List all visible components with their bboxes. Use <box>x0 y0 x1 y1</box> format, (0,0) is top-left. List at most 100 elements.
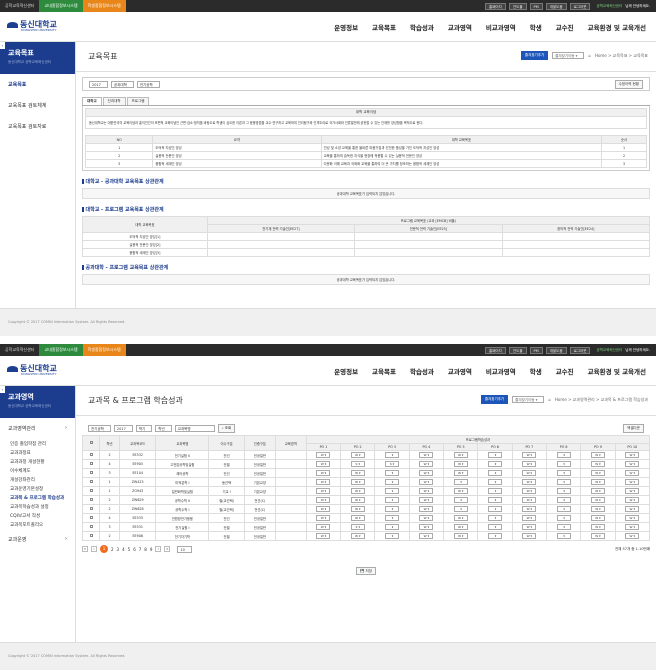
row-checkbox[interactable] <box>82 513 100 523</box>
topbar-tab-student[interactable]: 학생종합정보시스템 <box>82 0 126 12</box>
homepage-select[interactable]: 홈페이지 <box>484 2 506 10</box>
add-favorite-button[interactable]: 즐겨찾기추가 <box>520 51 549 60</box>
po-level-select[interactable]: W ▾ <box>625 497 640 503</box>
po-level-select[interactable]: W ▾ <box>419 497 434 503</box>
po-level-select[interactable]: W ▾ <box>522 497 537 503</box>
college-select[interactable]: 공과대학 <box>110 80 134 88</box>
po-level-select[interactable]: W ▾ <box>453 524 468 530</box>
po-level-select[interactable]: W ▾ <box>522 452 537 458</box>
row-checkbox[interactable] <box>82 468 100 478</box>
po-level-select[interactable]: ▾ <box>556 461 571 467</box>
po-level-select[interactable]: ▾ <box>488 452 502 458</box>
tab-university[interactable]: 대학교 <box>82 97 102 105</box>
term-select[interactable]: 학기 <box>135 424 153 432</box>
po-level-select[interactable]: W ▾ <box>316 497 331 503</box>
po-level-select[interactable]: ▾ <box>385 479 400 485</box>
po-level-select[interactable]: W ▾ <box>419 533 434 539</box>
po-level-select[interactable]: W ▾ <box>590 470 605 476</box>
page-number[interactable]: 3 <box>117 547 120 552</box>
po-level-select[interactable]: W ▾ <box>625 515 640 521</box>
po-level-select[interactable]: ▾ <box>488 524 502 530</box>
pm-select[interactable]: PM <box>529 2 543 10</box>
page-number[interactable]: 6 <box>133 547 136 552</box>
topbar-link-innovation[interactable]: 공학교육혁신센터 <box>0 0 39 12</box>
dept-select[interactable]: 전기공학 <box>88 424 111 432</box>
page-number[interactable]: 2 <box>111 547 114 552</box>
row-checkbox[interactable] <box>82 504 100 514</box>
po-level-select[interactable]: ▾ <box>385 488 400 494</box>
po-level-select[interactable]: W ▾ <box>316 506 331 512</box>
collapse-icon[interactable]: ‹ <box>0 42 5 49</box>
topbar-tab-campus[interactable]: 교내종합정보시스템 <box>39 344 83 356</box>
page-size-select[interactable]: 10 <box>177 545 192 553</box>
po-level-select[interactable]: W ▾ <box>350 515 365 521</box>
tab-college[interactable]: 단과대학 <box>102 97 126 105</box>
gnb-item[interactable]: 운영정보 <box>334 366 358 376</box>
po-level-select[interactable]: ▾ <box>385 470 400 476</box>
lnb-sub-item[interactable]: 교과운영기본설정 <box>0 484 75 493</box>
po-level-select[interactable]: ▾ <box>556 488 571 494</box>
po-level-select[interactable]: W ▾ <box>350 479 365 485</box>
po-level-select[interactable]: W ▾ <box>590 515 605 521</box>
po-level-select[interactable]: ▾ <box>556 470 571 476</box>
po-level-select[interactable]: W ▾ <box>625 533 640 539</box>
po-level-select[interactable]: W ▾ <box>316 461 331 467</box>
page-number[interactable]: 9 <box>150 547 153 552</box>
row-checkbox[interactable] <box>82 486 100 496</box>
po-level-select[interactable]: W ▾ <box>453 533 468 539</box>
po-level-select[interactable]: W ▾ <box>350 470 365 476</box>
po-level-select[interactable]: W ▾ <box>453 515 468 521</box>
po-level-select[interactable]: W ▾ <box>590 488 605 494</box>
topbar-tab-student[interactable]: 학생종합정보시스템 <box>82 344 126 356</box>
po-level-select[interactable]: W ▾ <box>590 452 605 458</box>
row-checkbox[interactable] <box>82 477 100 487</box>
po-level-select[interactable]: ▾ <box>488 497 502 503</box>
user-org-link[interactable]: 공학교육혁신센터 <box>596 348 622 353</box>
po-level-select[interactable]: ▾ <box>556 506 571 512</box>
po-level-select[interactable]: W ▾ <box>625 524 640 530</box>
po-level-select[interactable]: ▾ <box>453 506 468 512</box>
po-level-select[interactable]: W ▾ <box>419 461 434 467</box>
po-level-select[interactable]: ▾ <box>556 452 571 458</box>
po-level-select[interactable]: ▾ <box>556 479 571 485</box>
gnb-item[interactable]: 교수진 <box>556 366 574 376</box>
po-level-select[interactable]: W ▾ <box>522 506 537 512</box>
po-level-select[interactable]: ▾ <box>453 479 468 485</box>
logout-button[interactable]: 로그아웃 <box>569 346 591 354</box>
po-level-select[interactable]: ▾ <box>556 524 571 530</box>
po-level-select[interactable]: W ▾ <box>350 533 365 539</box>
po-level-select[interactable]: W ▾ <box>625 452 640 458</box>
po-level-select[interactable]: W ▾ <box>316 452 331 458</box>
gnb-item[interactable]: 교육환경 및 교육개선 <box>588 366 646 376</box>
po-level-select[interactable]: W ▾ <box>453 488 468 494</box>
po-level-select[interactable]: ▾ <box>385 515 400 521</box>
next-page-button[interactable]: › <box>155 546 162 552</box>
po-level-select[interactable]: ▾ <box>385 506 400 512</box>
lnb-sub-item-active[interactable]: 교과목 & 프로그램 학습성과 <box>0 493 75 502</box>
gnb-item[interactable]: 교육목표 <box>372 366 396 376</box>
po-level-select[interactable]: ▾ <box>488 470 502 476</box>
po-level-select[interactable]: W ▾ <box>522 515 537 521</box>
favorite-select[interactable]: 즐겨찾기이동 ▾ <box>512 396 545 403</box>
po-level-select[interactable]: ▾ <box>488 461 502 467</box>
select-all-checkbox[interactable] <box>82 435 100 451</box>
po-level-select[interactable]: W ▾ <box>419 524 434 530</box>
po-level-select[interactable]: W ▾ <box>350 506 365 512</box>
po-level-select[interactable]: W ▾ <box>590 461 605 467</box>
year-select[interactable]: 2017 <box>113 424 133 432</box>
progress-select[interactable]: 진도율 <box>508 2 527 10</box>
collapse-icon[interactable]: ‹ <box>0 386 5 393</box>
page-number[interactable]: 1 <box>100 545 108 553</box>
dev-help-button[interactable]: 개발도움 <box>545 346 567 354</box>
po-level-select[interactable]: W ▾ <box>453 461 468 467</box>
po-level-select[interactable]: W ▾ <box>419 488 434 494</box>
gnb-item[interactable]: 교과영역 <box>448 366 472 376</box>
po-level-select[interactable]: ▾ <box>488 506 502 512</box>
lnb-sub-item[interactable]: 교과목포트폴리오 <box>0 520 75 529</box>
po-level-select[interactable]: W ▾ <box>316 470 331 476</box>
po-level-select[interactable]: W ▾ <box>625 461 640 467</box>
po-level-select[interactable]: ▾ <box>488 488 502 494</box>
lnb-sub-item[interactable]: CQI보고서 작성 <box>0 511 75 520</box>
po-level-select[interactable]: W ▾ <box>590 479 605 485</box>
prev-page-button[interactable]: ‹ <box>91 546 97 552</box>
